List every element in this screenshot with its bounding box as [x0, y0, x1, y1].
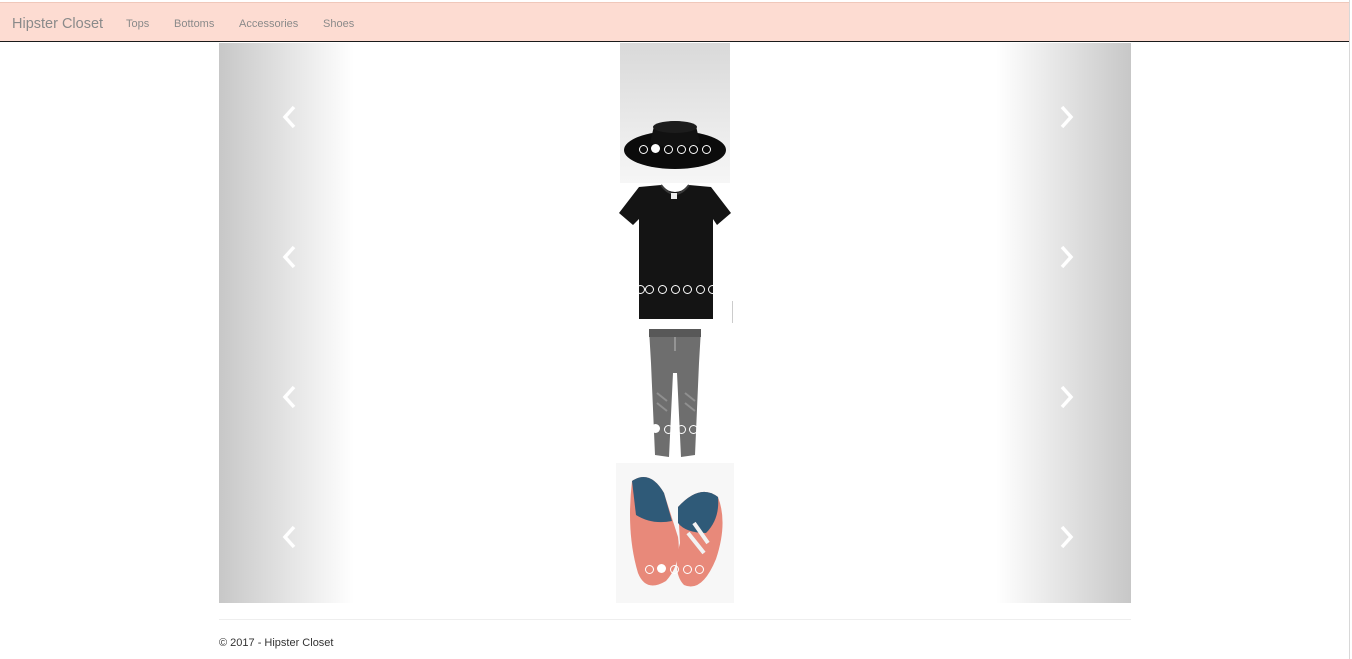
- carousel-indicator[interactable]: [689, 425, 698, 434]
- carousel-indicator[interactable]: [671, 285, 680, 294]
- carousel-indicator[interactable]: [664, 425, 673, 434]
- chevron-left-icon: [282, 525, 296, 549]
- carousel-indicator[interactable]: [702, 145, 711, 154]
- carousel-indicator[interactable]: [645, 285, 654, 294]
- nav-link-accessories[interactable]: Accessories: [239, 18, 298, 30]
- accessories-carousel: [219, 43, 1131, 183]
- chevron-right-icon: [1060, 105, 1074, 129]
- carousel-next-button[interactable]: [996, 323, 1131, 463]
- carousel-prev-button[interactable]: [219, 183, 354, 323]
- carousel-indicator[interactable]: [658, 285, 667, 294]
- chevron-left-icon: [282, 245, 296, 269]
- carousel-indicator[interactable]: [689, 145, 698, 154]
- brand-link[interactable]: Hipster Closet: [12, 16, 103, 32]
- carousel-indicator[interactable]: [636, 285, 645, 294]
- carousel-indicator-active[interactable]: [651, 424, 660, 433]
- tops-carousel: [219, 183, 1131, 323]
- chevron-left-icon: [282, 385, 296, 409]
- carousel-indicator[interactable]: [696, 285, 705, 294]
- carousel-indicator[interactable]: [670, 565, 679, 574]
- carousel-indicator[interactable]: [639, 145, 648, 154]
- sneakers-image[interactable]: [616, 463, 734, 603]
- carousel-indicator[interactable]: [677, 425, 686, 434]
- carousel-indicator-active[interactable]: [651, 144, 660, 153]
- carousel-next-button[interactable]: [996, 463, 1131, 603]
- carousel-indicator[interactable]: [683, 565, 692, 574]
- chevron-right-icon: [1060, 245, 1074, 269]
- carousel-indicator-active[interactable]: [657, 564, 666, 573]
- hat-image[interactable]: [620, 43, 730, 183]
- pants-image[interactable]: [637, 323, 713, 463]
- carousel-next-button[interactable]: [996, 183, 1131, 323]
- carousel-indicator[interactable]: [664, 145, 673, 154]
- bottoms-carousel: [219, 323, 1131, 463]
- carousel-prev-button[interactable]: [219, 43, 354, 183]
- carousel-indicator[interactable]: [695, 565, 704, 574]
- chevron-right-icon: [1060, 385, 1074, 409]
- carousel-indicator[interactable]: [677, 145, 686, 154]
- footer-copyright: © 2017 - Hipster Closet: [219, 637, 334, 649]
- nav-link-tops[interactable]: Tops: [126, 18, 149, 30]
- carousel-indicator[interactable]: [708, 285, 717, 294]
- chevron-left-icon: [282, 105, 296, 129]
- carousel-indicator[interactable]: [645, 565, 654, 574]
- scrollbar-edge: [1349, 0, 1350, 659]
- nav-link-bottoms[interactable]: Bottoms: [174, 18, 214, 30]
- navbar: Hipster Closet Tops Bottoms Accessories …: [0, 2, 1349, 42]
- carousel-indicator[interactable]: [683, 285, 692, 294]
- chevron-right-icon: [1060, 525, 1074, 549]
- carousel-next-button[interactable]: [996, 43, 1131, 183]
- carousel-prev-button[interactable]: [219, 323, 354, 463]
- nav-link-shoes[interactable]: Shoes: [323, 18, 354, 30]
- shoes-carousel: [219, 463, 1131, 603]
- footer-divider: [219, 619, 1131, 620]
- tshirt-image[interactable]: [617, 183, 733, 323]
- carousel-prev-button[interactable]: [219, 463, 354, 603]
